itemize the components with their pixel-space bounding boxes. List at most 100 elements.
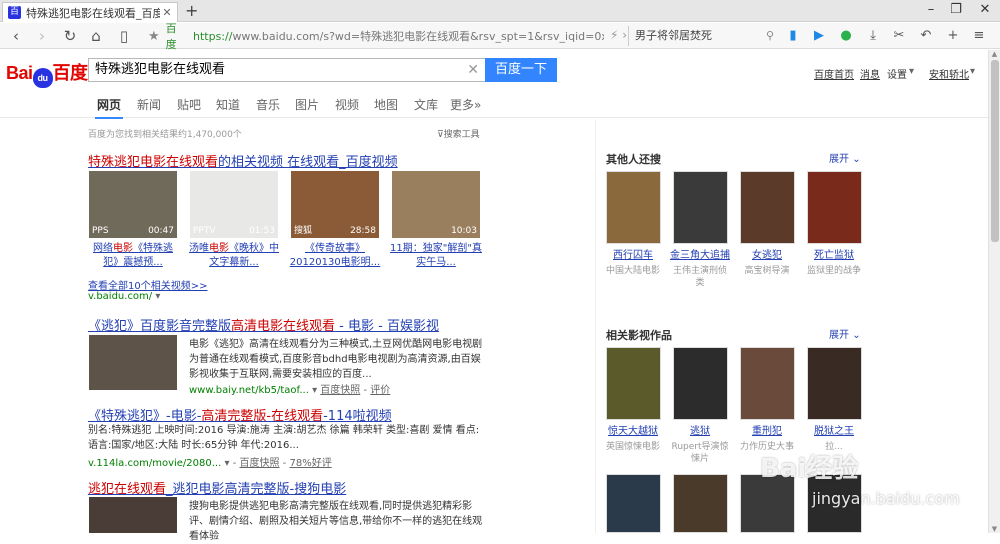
scissors-icon[interactable]: ✂: [890, 27, 908, 45]
expand-button[interactable]: 展开 ⌄: [829, 150, 861, 165]
result-image[interactable]: [89, 335, 177, 390]
video-thumbnail[interactable]: 10:03: [392, 171, 480, 238]
movie-poster[interactable]: [673, 171, 728, 244]
undo-icon[interactable]: ↶: [917, 27, 935, 45]
tab-music[interactable]: 音乐: [256, 96, 280, 113]
url-text: www.baidu.com/s?wd=特殊逃犯电影在线观看&rsv_spt=1&…: [232, 30, 604, 43]
url-site-label: 百度: [165, 22, 177, 51]
result-title-1[interactable]: 特殊逃犯电影在线观看的相关视频 在线观看_百度视频: [88, 151, 398, 170]
chevron-down-icon[interactable]: ▾: [224, 458, 229, 469]
chevron-down-icon[interactable]: ▾: [155, 291, 160, 302]
tab-video[interactable]: 视频: [335, 96, 359, 113]
movie-poster[interactable]: [673, 347, 728, 420]
movie-poster[interactable]: [740, 347, 795, 420]
movie-desc: 中国大陆电影: [605, 266, 660, 276]
result-url: www.baiy.net/kb5/taof... ▾ 百度快照 - 评价: [189, 385, 391, 396]
expand-button[interactable]: 展开 ⌄: [829, 326, 861, 341]
scroll-down-icon[interactable]: ▼: [989, 525, 1000, 533]
scrollbar-thumb[interactable]: [991, 60, 999, 242]
movie-desc: 高宝树导演: [744, 266, 790, 276]
snapshot-link[interactable]: 百度快照: [320, 385, 360, 396]
tab-more[interactable]: 更多»: [450, 96, 481, 113]
movie-name[interactable]: 重刑犯: [737, 425, 797, 438]
movie-name[interactable]: 逃狱: [670, 425, 730, 438]
video-caption[interactable]: 《传奇故事》 20120130电影明...: [289, 242, 381, 270]
video-caption[interactable]: 网络电影《特殊逃 犯》震撼预...: [87, 242, 179, 270]
result-title-3[interactable]: 《特殊逃犯》-电影-高清完整版-在线观看-114啦视频: [88, 405, 392, 424]
tab-tieba[interactable]: 贴吧: [177, 96, 201, 113]
chat-icon[interactable]: ●: [837, 27, 855, 45]
browser-tab[interactable]: 百 特殊逃犯电影在线观看_百度搜索 ✕: [2, 2, 178, 22]
movie-desc: 监狱里的战争: [806, 266, 861, 276]
video-caption[interactable]: 汤唯电影《晚秋》中 文字幕新...: [188, 242, 280, 270]
phone-icon[interactable]: ▮: [784, 27, 802, 45]
video-thumbnail[interactable]: 搜狐 28:58: [291, 171, 379, 238]
baidu-logo[interactable]: Bai du 百度: [6, 59, 88, 88]
snapshot-link[interactable]: 百度快照: [239, 458, 279, 469]
tab-close-icon[interactable]: ✕: [160, 6, 174, 19]
watermark-url: jingyan.baidu.com: [812, 489, 960, 508]
filter-icon: ⊽: [437, 130, 444, 140]
tab-news[interactable]: 新闻: [137, 96, 161, 113]
result-image[interactable]: [89, 497, 177, 533]
minimize-button[interactable]: –: [918, 2, 944, 17]
movie-poster[interactable]: [807, 171, 862, 244]
movie-desc: 王伟主演刑侦类: [672, 266, 727, 288]
address-bar[interactable]: ★ 百度 https:// www.baidu.com/s?wd=特殊逃犯电影在…: [148, 22, 604, 51]
maximize-button[interactable]: ❐: [943, 2, 969, 17]
plus-icon[interactable]: +: [944, 27, 962, 45]
home-icon[interactable]: ⌂: [86, 26, 106, 46]
search-button[interactable]: 百度一下: [485, 58, 557, 82]
new-tab-button[interactable]: +: [185, 1, 198, 20]
link-baidu-home[interactable]: 百度首页: [814, 66, 854, 81]
result-title-4[interactable]: 逃犯在线观看_逃犯电影高清完整版-搜狗电影: [88, 478, 346, 497]
movie-poster[interactable]: [673, 474, 728, 533]
video-thumbnail[interactable]: PPTV 01:53: [190, 171, 278, 238]
tab-map[interactable]: 地图: [374, 96, 398, 113]
back-icon[interactable]: ‹: [6, 26, 26, 46]
scrollbar[interactable]: ▲ ▼: [988, 50, 1000, 533]
movie-poster[interactable]: [606, 171, 661, 244]
movie-name[interactable]: 死亡监狱: [804, 249, 864, 262]
side-search-box[interactable]: 男子将邻居焚死 ⚲: [628, 26, 778, 46]
close-window-button[interactable]: ✕: [972, 2, 998, 17]
play-icon[interactable]: ▶: [810, 27, 828, 45]
movie-poster[interactable]: [740, 171, 795, 244]
chevron-down-icon[interactable]: ▾: [312, 385, 317, 396]
more-videos-link[interactable]: 查看全部10个相关视频>>: [88, 277, 207, 292]
video-thumbnail[interactable]: PPS 00:47: [89, 171, 177, 238]
movie-poster[interactable]: [606, 347, 661, 420]
link-settings[interactable]: 设置: [887, 66, 907, 81]
baidu-favicon-icon: 百: [8, 6, 21, 19]
link-messages[interactable]: 消息: [860, 66, 880, 81]
movie-poster[interactable]: [807, 347, 862, 420]
tab-web[interactable]: 网页: [94, 96, 124, 119]
reader-icon[interactable]: ▯: [114, 26, 134, 46]
movie-name[interactable]: 女逃犯: [737, 249, 797, 262]
forward-icon[interactable]: ›: [32, 26, 52, 46]
reload-icon[interactable]: ↻: [60, 26, 80, 46]
lightning-icon[interactable]: ⚡ ›: [610, 28, 627, 42]
result-title-2[interactable]: 《逃犯》百度影音完整版高清电影在线观看 - 电影 - 百娱影视: [88, 315, 439, 334]
search-input[interactable]: 特殊逃犯电影在线观看 ✕: [88, 58, 486, 82]
rating-link[interactable]: 78%好评: [289, 458, 331, 469]
movie-name[interactable]: 惊天大越狱: [603, 425, 663, 438]
tab-wenku[interactable]: 文库: [414, 96, 438, 113]
tab-zhidao[interactable]: 知道: [216, 96, 240, 113]
result-description: 别名:特殊逃犯 上映时间:2016 导演:施涛 主演:胡艺杰 徐篇 韩荣轩 类型…: [88, 425, 480, 451]
search-tools-button[interactable]: ⊽搜索工具: [437, 127, 480, 140]
scroll-up-icon[interactable]: ▲: [989, 50, 1000, 58]
movie-poster[interactable]: [606, 474, 661, 533]
movie-name[interactable]: 西行囚车: [603, 249, 663, 262]
movie-name[interactable]: 金三角大追捕: [670, 249, 730, 262]
video-caption[interactable]: 11期：独家"解剖"真 实午马...: [390, 242, 482, 270]
link-username[interactable]: 安和轿北: [929, 66, 969, 81]
search-icon[interactable]: ⚲: [766, 26, 774, 46]
review-link[interactable]: 评价: [370, 385, 390, 396]
clear-icon[interactable]: ✕: [467, 59, 479, 81]
movie-name[interactable]: 脱狱之王: [804, 425, 864, 438]
menu-icon[interactable]: ≡: [970, 27, 988, 45]
bookmark-star-icon[interactable]: ★: [148, 29, 160, 44]
tab-images[interactable]: 图片: [295, 96, 319, 113]
download-icon[interactable]: ⤓: [864, 27, 882, 45]
